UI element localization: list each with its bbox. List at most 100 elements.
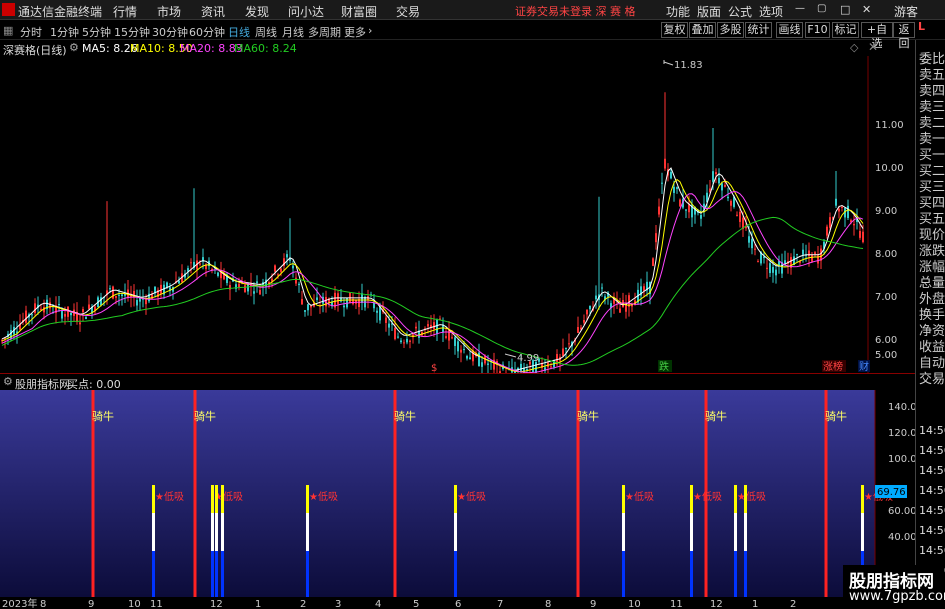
tab-1min[interactable]: 1分钟: [50, 24, 79, 40]
menu-layout[interactable]: 版面: [697, 3, 721, 20]
candle-body: [151, 294, 153, 300]
price-tick: 8.00: [875, 249, 897, 260]
tab-15min[interactable]: 15分钟: [114, 24, 150, 40]
candle-body: [199, 263, 201, 265]
candle-body: [385, 317, 387, 323]
mark-button[interactable]: 标记: [832, 22, 859, 38]
candle-body: [79, 322, 81, 325]
tab-intraday[interactable]: 分时: [20, 24, 42, 40]
bull-label: 骑牛: [825, 409, 847, 423]
tab-monthly[interactable]: 月线: [282, 24, 304, 40]
settings-icon[interactable]: ⚙: [69, 41, 79, 54]
adjust-button[interactable]: 复权: [661, 22, 688, 38]
menu-discover[interactable]: 发现: [245, 3, 269, 20]
candle-body: [457, 341, 459, 352]
indicator-readout: 69.76: [877, 487, 906, 498]
menu-bar: 通达信金融终端 行情 市场 资讯 发现 问小达 财富圈 交易 证券交易未登录 深…: [0, 0, 945, 20]
candle-body: [433, 322, 435, 330]
menu-trade[interactable]: 交易: [396, 3, 420, 20]
candle-body: [730, 200, 732, 206]
add-watchlist-button[interactable]: +自选: [861, 22, 893, 50]
stats-button[interactable]: 统计: [745, 22, 772, 38]
menu-quotes[interactable]: 行情: [113, 3, 137, 20]
ma-info-bar: 深赛格(日线) ⚙ MA5: 8.26 MA10: 8.50 MA20: 8.8…: [0, 40, 915, 57]
login-status: 证券交易未登录 深 赛 格: [515, 5, 636, 18]
candle-body: [229, 285, 231, 290]
tab-more[interactable]: 更多: [344, 24, 366, 40]
candle-body: [109, 288, 111, 290]
menu-market[interactable]: 市场: [157, 3, 181, 20]
candle-body: [406, 338, 408, 343]
menu-news[interactable]: 资讯: [201, 3, 225, 20]
date-tick: 12: [710, 599, 723, 609]
signal-bar-bottom: [622, 551, 625, 597]
price-tick: 11.00: [875, 120, 904, 131]
candle-body: [724, 185, 726, 187]
minimize-icon[interactable]: —: [795, 3, 805, 14]
settings-icon[interactable]: ⚙: [3, 375, 13, 388]
tab-weekly[interactable]: 周线: [255, 24, 277, 40]
candle-body: [292, 265, 294, 269]
candle-body: [550, 366, 552, 368]
high-annotation: 11.83: [674, 60, 703, 71]
signal-bar-bottom: [744, 551, 747, 597]
signal-bar-mid: [622, 513, 625, 551]
tab-multi-period[interactable]: 多周期: [308, 24, 341, 40]
indicator-chart[interactable]: 骑牛骑牛骑牛骑牛骑牛骑牛★低吸★低吸★低吸★低吸★低吸★低吸★低吸★低吸 140…: [0, 390, 915, 597]
signal-bar-mid: [734, 513, 737, 551]
ind-tick: 100.00: [888, 454, 915, 465]
menu-ask[interactable]: 问小达: [288, 3, 324, 20]
candle-body: [190, 262, 192, 264]
candle-body: [577, 327, 579, 333]
trade-time: 14:56: [919, 524, 945, 537]
f10-button[interactable]: F10: [805, 22, 830, 38]
tab-daily[interactable]: 日线: [228, 24, 250, 40]
kline-chart[interactable]: 11.00 10.00 9.00 8.00 7.00 6.00 5.00 11.…: [0, 56, 915, 373]
menu-function[interactable]: 功能: [666, 3, 690, 20]
restore-icon[interactable]: ▢: [817, 3, 826, 14]
date-tick: 9: [88, 599, 94, 609]
bull-label: 骑牛: [577, 409, 599, 423]
candle-body: [619, 308, 621, 313]
price-tick: 5.00: [875, 350, 897, 361]
close-panel-icon[interactable]: ✕: [868, 40, 878, 54]
candle-body: [304, 310, 306, 312]
candle-body: [487, 363, 489, 365]
candle-body: [841, 207, 843, 209]
date-tick: 6: [455, 599, 461, 609]
candle-body: [460, 349, 462, 353]
candle-body: [337, 293, 339, 304]
signal-bar-bottom: [734, 551, 737, 597]
signal-bar-bottom: [152, 551, 155, 597]
close-icon[interactable]: ✕: [862, 3, 871, 16]
draw-button[interactable]: 画线: [776, 22, 803, 38]
user-label[interactable]: 游客: [894, 3, 918, 20]
grid-icon[interactable]: ▦: [3, 24, 13, 37]
candle-body: [829, 217, 831, 228]
date-tick: 4: [375, 599, 381, 609]
maximize-icon[interactable]: □: [840, 3, 850, 16]
back-button[interactable]: 返回: [893, 22, 915, 50]
candle-body: [403, 342, 405, 344]
candle-body: [394, 327, 396, 340]
candle-body: [454, 337, 456, 346]
menu-wealth[interactable]: 财富圈: [341, 3, 377, 20]
signal-bar-bottom: [221, 551, 224, 597]
price-tick: 9.00: [875, 206, 897, 217]
collapse-icon[interactable]: ◇: [850, 41, 858, 54]
candle-body: [49, 302, 51, 309]
menu-formula[interactable]: 公式: [728, 3, 752, 20]
candle-body: [118, 294, 120, 296]
candle-body: [751, 238, 753, 249]
candle-body: [115, 296, 117, 298]
date-tick: 8: [40, 599, 46, 609]
candle-body: [601, 287, 603, 289]
date-tick: 12: [210, 599, 223, 609]
candle-body: [586, 309, 588, 315]
tab-5min[interactable]: 5分钟: [82, 24, 111, 40]
menu-options[interactable]: 选项: [759, 3, 783, 20]
tab-60min[interactable]: 60分钟: [189, 24, 225, 40]
overlay-button[interactable]: 叠加: [689, 22, 716, 38]
multi-stock-button[interactable]: 多股: [717, 22, 744, 38]
tab-30min[interactable]: 30分钟: [152, 24, 188, 40]
